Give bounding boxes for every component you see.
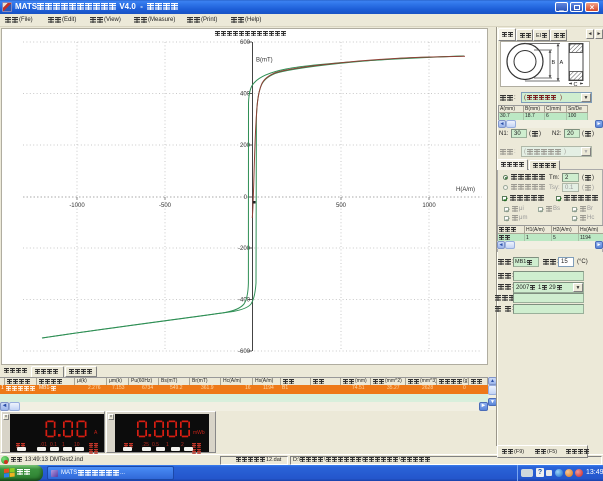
svg-text:B: B xyxy=(552,60,556,66)
svg-text:500: 500 xyxy=(336,203,347,209)
svg-text:C: C xyxy=(574,82,578,86)
svg-text:-1000: -1000 xyxy=(69,203,85,209)
svg-text:600: 600 xyxy=(240,40,251,46)
svg-text:-600: -600 xyxy=(238,349,251,355)
svg-text:H(A/m): H(A/m) xyxy=(456,187,475,193)
svg-text:1000: 1000 xyxy=(422,203,436,209)
svg-text:-500: -500 xyxy=(159,203,172,209)
svg-text:A: A xyxy=(560,60,564,66)
svg-text:B(mT): B(mT) xyxy=(256,58,273,64)
svg-text:200: 200 xyxy=(240,143,251,149)
svg-text:0: 0 xyxy=(244,195,248,201)
